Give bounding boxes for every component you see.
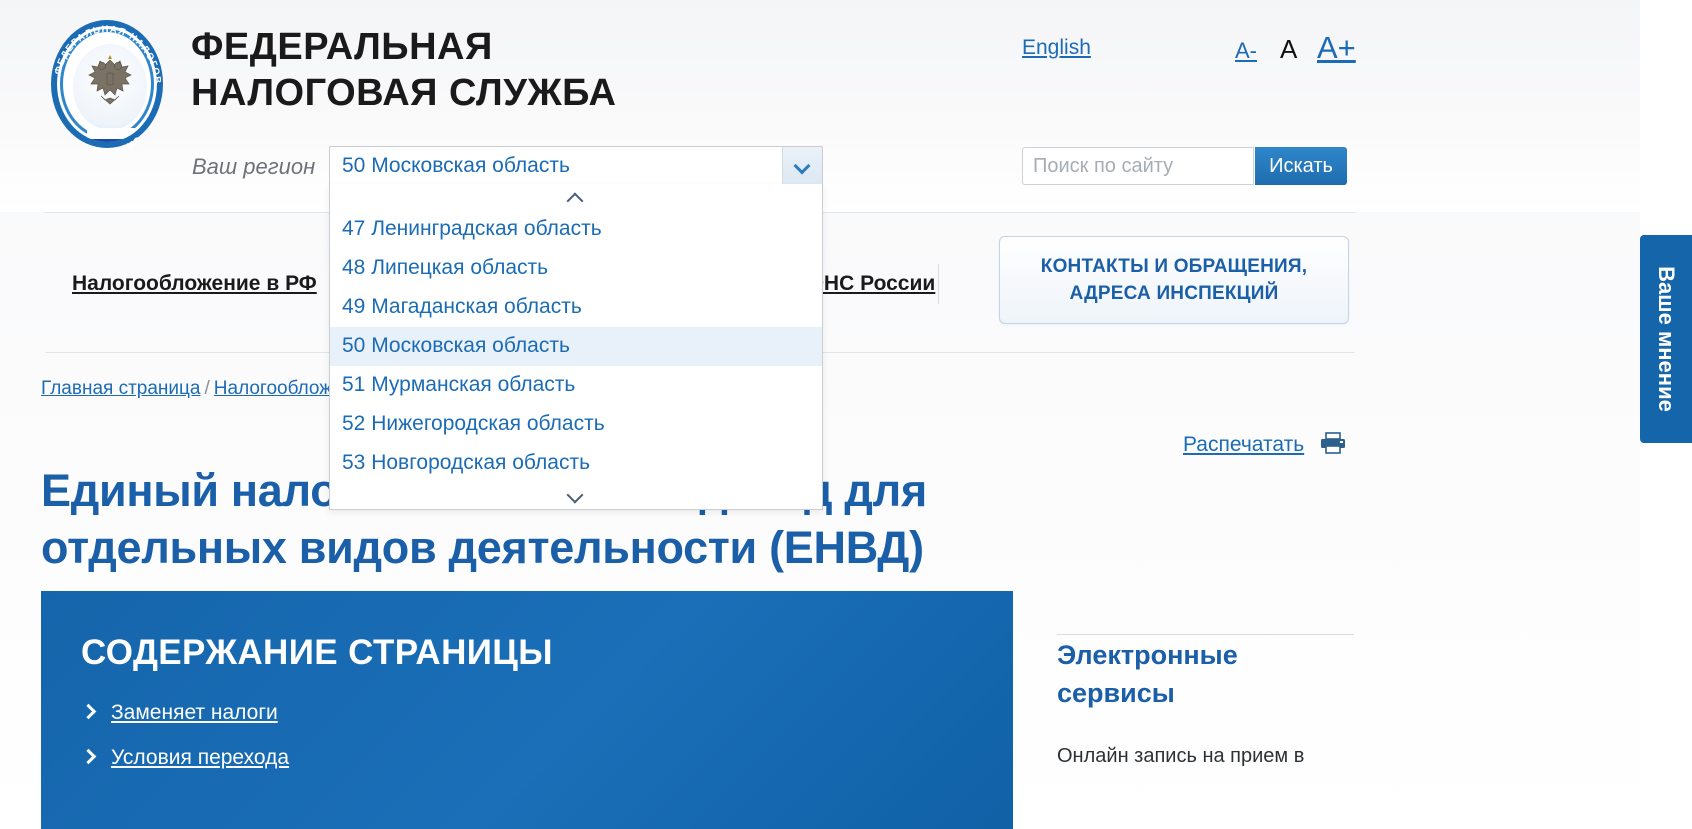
region-select-arrow-box[interactable] [782,147,822,184]
dropdown-option[interactable]: 48 Липецкая область [330,249,822,288]
site-brand-title: ФЕДЕРАЛЬНАЯ НАЛОГОВАЯ СЛУЖБА [191,24,891,116]
dropdown-option[interactable]: 47 Ленинградская область [330,210,822,249]
printer-icon[interactable] [1320,432,1346,454]
feedback-tab[interactable]: Ваше мнение [1640,235,1692,443]
font-size-controls: A- A A+ [1230,30,1360,70]
font-normal-button[interactable]: A [1280,34,1297,65]
contacts-and-inspections-button[interactable]: КОНТАКТЫ И ОБРАЩЕНИЯ, АДРЕСА ИНСПЕКЦИЙ [999,236,1349,324]
list-item[interactable]: Заменяет налоги [81,701,681,725]
logo-ring-text: ФЕДЕРАЛЬНАЯ НАЛОГОВАЯ СЛУЖБА [45,18,163,150]
svg-text:СЛУЖБА: СЛУЖБА [91,134,143,150]
dropdown-option[interactable]: 49 Магаданская область [330,288,822,327]
region-dropdown-list: 47 Ленинградская область 48 Липецкая обл… [329,184,823,510]
chevron-down-icon [795,160,809,168]
dropdown-option[interactable]: 53 Новгородская область [330,444,822,483]
electronic-services-heading-line-2: сервисы [1057,678,1175,708]
search-button[interactable]: Искать [1255,147,1347,185]
breadcrumb-item-home[interactable]: Главная страница [41,378,201,399]
site-header: ФЕДЕРАЛЬНАЯ НАЛОГОВАЯ СЛУЖБА ФЕДЕРАЛЬНАЯ… [0,0,1640,212]
font-decrease-button[interactable]: A- [1235,38,1257,64]
region-select-value: 50 Московская область [342,154,570,177]
contacts-button-line-2: АДРЕСА ИНСПЕКЦИЙ [1069,283,1279,304]
electronic-services-text: Онлайн запись на прием в [1057,745,1305,767]
font-increase-button[interactable]: A+ [1317,30,1356,66]
page-contents-heading: СОДЕРЖАНИЕ СТРАНИЦЫ [81,633,553,672]
svg-text:ФЕДЕРАЛЬНАЯ НАЛОГОВАЯ: ФЕДЕРАЛЬНАЯ НАЛОГОВАЯ [45,18,163,85]
dropdown-option[interactable]: 52 Нижегородская область [330,405,822,444]
english-language-link[interactable]: English [1022,36,1091,60]
page-contents-list: Заменяет налоги Условия перехода [81,701,681,791]
region-select[interactable]: 50 Московская область [329,146,823,185]
brand-line-2: НАЛОГОВАЯ СЛУЖБА [191,72,617,114]
dropdown-scroll-down-icon[interactable] [330,483,822,509]
right-column-divider [1057,634,1354,635]
breadcrumb-separator: / [204,378,210,399]
contacts-button-line-1: КОНТАКТЫ И ОБРАЩЕНИЯ, [1040,256,1308,277]
region-label: Ваш регион [192,154,316,179]
fns-logo: ФЕДЕРАЛЬНАЯ НАЛОГОВАЯ СЛУЖБА [45,18,170,154]
brand-line-1: ФЕДЕРАЛЬНАЯ [191,26,493,68]
electronic-services-heading-line-1: Электронные [1057,640,1238,670]
list-item[interactable]: Условия перехода [81,746,681,770]
nav-item-fns[interactable]: ФНС России [806,272,935,296]
nav-item-taxation[interactable]: Налогообложение в РФ [72,272,317,296]
dropdown-option[interactable]: 51 Мурманская область [330,366,822,405]
nav-vertical-divider [938,264,939,304]
electronic-services-heading: Электронные сервисы [1057,636,1357,712]
dropdown-scroll-up-icon[interactable] [330,184,822,210]
search-input[interactable] [1022,147,1254,185]
page-root: ФЕДЕРАЛЬНАЯ НАЛОГОВАЯ СЛУЖБА ФЕДЕРАЛЬНАЯ… [0,0,1692,829]
page-contents-panel: СОДЕРЖАНИЕ СТРАНИЦЫ Заменяет налоги Усло… [41,591,1013,829]
dropdown-option-selected[interactable]: 50 Московская область [330,327,822,366]
print-link[interactable]: Распечатать [1183,433,1304,457]
feedback-tab-label: Ваше мнение [1654,266,1679,412]
